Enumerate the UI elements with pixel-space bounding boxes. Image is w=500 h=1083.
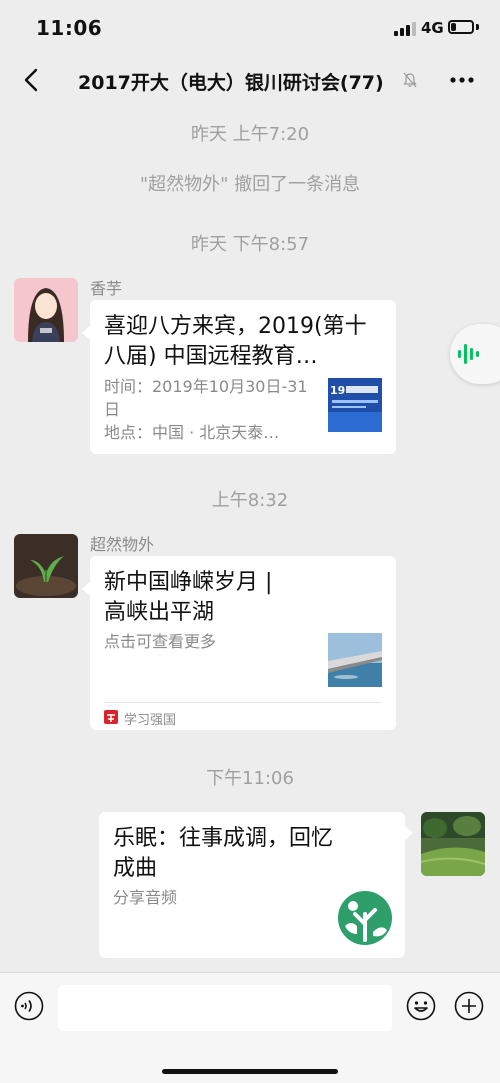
home-indicator bbox=[162, 1069, 338, 1074]
avatar[interactable] bbox=[14, 278, 78, 342]
status-bar: 11:06 4G bbox=[0, 0, 500, 56]
voice-input-icon[interactable] bbox=[14, 991, 44, 1021]
card-desc: 点击可查看更多 bbox=[104, 632, 217, 651]
card-source: 学习强国 bbox=[124, 713, 177, 728]
link-card[interactable]: 新中国峥嵘岁月 | 高峡出平湖 点击可查看更多 学习强国 bbox=[90, 556, 396, 730]
voice-float-button[interactable] bbox=[450, 324, 500, 384]
xuexi-logo-icon bbox=[104, 710, 118, 724]
chat-area[interactable]: 昨天 上午7:20 "超然物外" 撤回了一条消息 昨天 下午8:57 香芋 喜迎… bbox=[0, 104, 500, 972]
timestamp: 下午11:06 bbox=[206, 768, 294, 789]
my-avatar[interactable] bbox=[421, 812, 485, 876]
battery-tip bbox=[476, 24, 479, 30]
bubble-tail bbox=[82, 582, 90, 596]
battery-icon bbox=[448, 20, 474, 34]
card-desc: 分享音频 bbox=[113, 888, 178, 907]
recall-notice: "超然物外" 撤回了一条消息 bbox=[139, 174, 361, 195]
card-desc: 时间：2019年10月30日-31日 地点：中国 · 北京天泰… bbox=[104, 377, 308, 442]
svg-text:19: 19 bbox=[330, 384, 345, 397]
chat-title: 2017开大（电大）银川研讨会(77) bbox=[78, 72, 384, 94]
more-icon[interactable] bbox=[448, 68, 476, 92]
back-icon[interactable] bbox=[18, 66, 46, 94]
avatar[interactable] bbox=[14, 534, 78, 598]
sender-name: 香芋 bbox=[90, 279, 123, 298]
timestamp: 上午8:32 bbox=[211, 490, 289, 511]
add-icon[interactable] bbox=[454, 991, 484, 1021]
card-title: 新中国峥嵘岁月 | 高峡出平湖 bbox=[104, 570, 273, 625]
card-title: 乐眠：往事成调，回忆 成曲 bbox=[113, 826, 334, 881]
network-label: 4G bbox=[421, 19, 444, 37]
bubble-tail bbox=[82, 326, 90, 340]
timestamp: 昨天 上午7:20 bbox=[190, 124, 310, 145]
sender-name: 超然物外 bbox=[90, 535, 155, 554]
bubble-tail bbox=[405, 826, 413, 840]
input-bar bbox=[0, 972, 500, 1083]
nav-bar: 2017开大（电大）银川研讨会(77) bbox=[0, 56, 500, 104]
conference-poster-thumbnail: 19 bbox=[328, 378, 382, 432]
tree-logo-icon bbox=[337, 890, 393, 946]
timestamp: 昨天 下午8:57 bbox=[190, 234, 310, 255]
emoji-icon[interactable] bbox=[406, 991, 436, 1021]
signal-icon bbox=[394, 22, 418, 36]
status-time: 11:06 bbox=[36, 16, 103, 40]
card-title: 喜迎八方来宾，2019(第十八届) 中国远程教育… bbox=[104, 314, 367, 369]
music-card[interactable]: 乐眠：往事成调，回忆 成曲 分享音频 bbox=[99, 812, 405, 958]
link-card[interactable]: 喜迎八方来宾，2019(第十八届) 中国远程教育… 时间：2019年10月30日… bbox=[90, 300, 396, 454]
card-divider bbox=[104, 702, 382, 703]
dam-photo-thumbnail bbox=[328, 633, 382, 687]
muted-bell-icon bbox=[403, 72, 417, 88]
message-input[interactable] bbox=[58, 985, 392, 1031]
